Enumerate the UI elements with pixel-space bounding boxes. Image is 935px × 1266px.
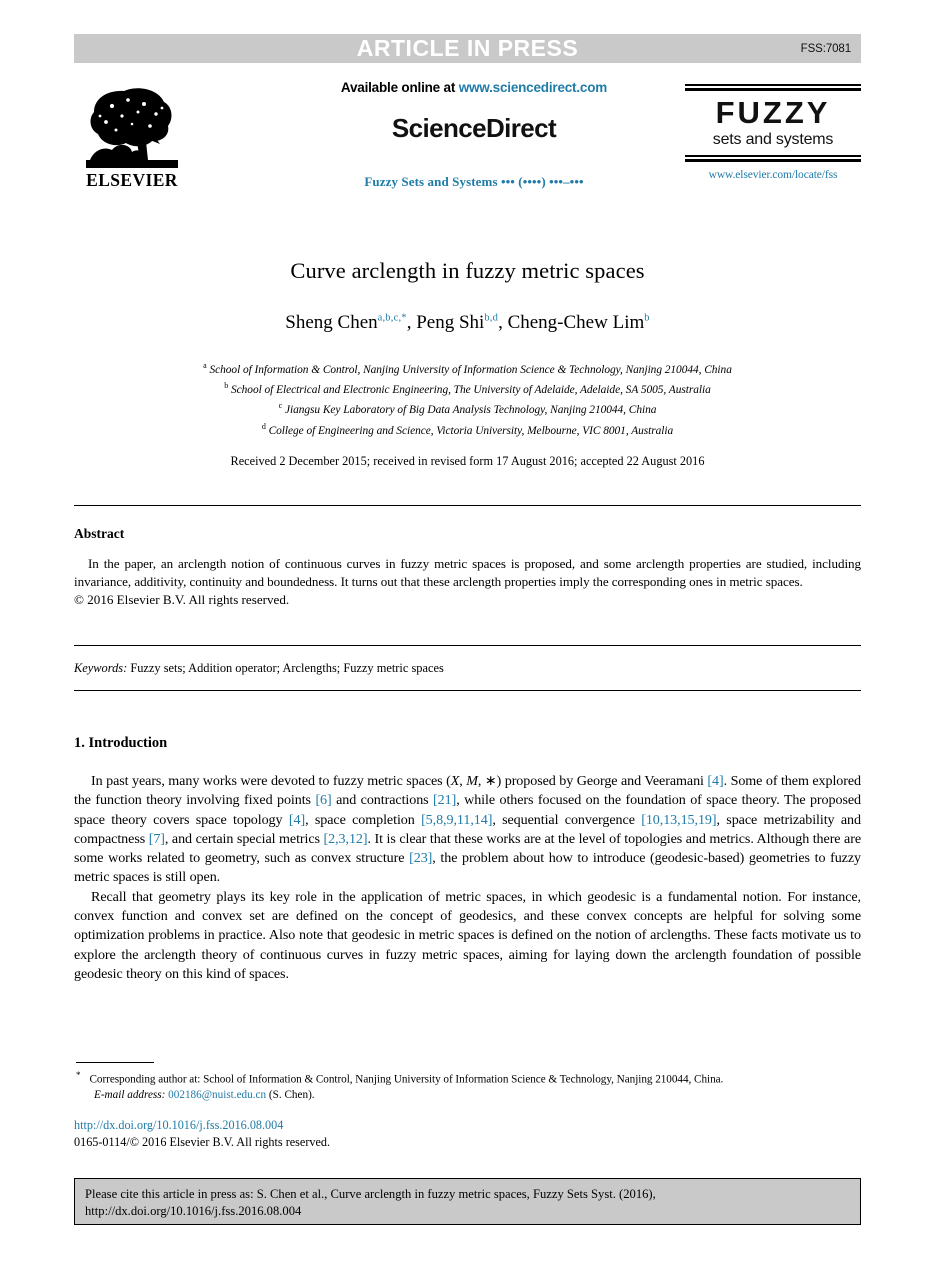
citation-ref[interactable]: [21] [433, 792, 456, 808]
keywords-section: Keywords: Fuzzy sets; Addition operator;… [74, 661, 861, 676]
citation-ref[interactable]: [10,13,15,19] [641, 812, 716, 828]
email-label: E-mail address: [94, 1088, 166, 1101]
author-separator: , [406, 312, 417, 333]
article-history: Received 2 December 2015; received in re… [230, 453, 705, 468]
journal-url-link[interactable]: www.elsevier.com/locate/fss [685, 169, 861, 181]
journal-logo-title: FUZZY [715, 95, 831, 130]
para-text: and contractions [331, 792, 434, 809]
introduction-paragraph-1: In past years, many works were devoted t… [74, 772, 861, 888]
introduction-body: In past years, many works were devoted t… [74, 772, 861, 984]
citation-ref[interactable]: [4] [707, 773, 723, 789]
affiliation-text: College of Engineering and Science, Vict… [268, 424, 674, 437]
citation-ref[interactable]: [2,3,12] [324, 831, 368, 847]
title-block: Curve arclength in fuzzy metric spaces S… [74, 258, 861, 469]
para-text: , space completion [305, 811, 422, 828]
abstract-heading: Abstract [74, 526, 125, 541]
affiliation-text: School of Electrical and Electronic Engi… [231, 384, 711, 396]
author-entry: Cheng-Chew Limb [508, 312, 650, 333]
author-name: Sheng Chen [285, 312, 378, 333]
journal-logo-top-rule [685, 84, 861, 91]
email-note: E-mail address: 002186@nuist.edu.cn (S. … [76, 1088, 863, 1103]
author-entry: Sheng Chena,b,c,*, [285, 312, 416, 333]
affiliation-text: School of Information & Control, Nanjing… [209, 363, 732, 376]
math-variable-m: M [466, 773, 478, 789]
author-affiliation-marks: a,b,c, [377, 312, 402, 324]
article-in-press-banner: ARTICLE IN PRESS FSS:7081 [74, 34, 861, 63]
citation-ref[interactable]: [23] [409, 850, 432, 866]
elsevier-tree-icon: ELSEVIER [86, 88, 178, 190]
para-text: , [477, 773, 485, 789]
journal-logo: FUZZY sets and systems www.elsevier.com/… [685, 84, 861, 181]
affiliation-item: b School of Electrical and Electronic En… [74, 378, 861, 398]
doi-link[interactable]: http://dx.doi.org/10.1016/j.fss.2016.08.… [74, 1117, 330, 1134]
article-code-label: FSS:7081 [800, 42, 851, 55]
section-heading-introduction: 1. Introduction [74, 735, 168, 751]
abstract-text: In the paper, an arclength notion of con… [74, 556, 861, 589]
para-text: , sequential convergence [492, 811, 642, 828]
footnote-section: * Corresponding author at: School of Info… [76, 1068, 863, 1103]
corresponding-author-text: Corresponding author at: School of Infor… [89, 1073, 724, 1086]
keywords-values: Fuzzy sets; Addition operator; Arclength… [127, 661, 444, 675]
math-operator-star: ∗ [484, 773, 497, 789]
author-name: Cheng-Chew Lim [507, 312, 645, 333]
author-name: Peng Shi [416, 312, 485, 333]
affiliation-item: c Jiangsu Key Laboratory of Big Data Ana… [74, 398, 861, 418]
introduction-paragraph-2: Recall that geometry plays its key role … [74, 888, 861, 982]
abstract-top-rule [74, 505, 861, 506]
sciencedirect-wordmark: ScienceDirect [391, 113, 557, 143]
affiliation-item: d College of Engineering and Science, Vi… [74, 419, 861, 439]
para-text: ) proposed by George and Veeramani [496, 773, 708, 789]
para-text: , and certain special metrics [164, 830, 324, 847]
affiliation-marker: c [278, 401, 283, 411]
elsevier-wordmark: ELSEVIER [86, 170, 178, 190]
footnote-star-marker: * [76, 1070, 81, 1080]
affiliation-marker: a [203, 361, 207, 370]
email-link[interactable]: 002186@nuist.edu.cn [168, 1089, 266, 1101]
journal-reference-line: Fuzzy Sets and Systems ••• (••••) •••–••… [364, 174, 584, 189]
author-list: Sheng Chena,b,c,*, Peng Shib,d, Cheng-Ch… [74, 312, 861, 334]
keywords-line: Keywords: Fuzzy sets; Addition operator;… [74, 661, 861, 676]
sciencedirect-block: Available online at www.sciencedirect.co… [214, 80, 734, 190]
affiliation-marker: d [261, 421, 266, 431]
cite-this-article-box: Please cite this article in press as: S.… [74, 1178, 861, 1225]
paper-page: ARTICLE IN PRESS FSS:7081 ELSEVIER Avail… [0, 0, 935, 1266]
journal-logo-bottom-rule [685, 154, 861, 162]
abstract-bottom-rule [74, 645, 861, 646]
affiliation-text: Jiangsu Key Laboratory of Big Data Analy… [284, 404, 657, 417]
author-affiliation-marks: b,d [484, 312, 499, 324]
corresponding-author-note: * Corresponding author at: School of Info… [76, 1068, 863, 1088]
author-separator: , [498, 312, 508, 333]
journal-masthead: ELSEVIER Available online at www.science… [74, 76, 861, 206]
math-variable-x: X [450, 773, 460, 789]
article-in-press-label: ARTICLE IN PRESS [356, 35, 579, 61]
elsevier-logo: ELSEVIER [76, 78, 188, 190]
available-online-line: Available online at www.sciencedirect.co… [214, 80, 734, 95]
journal-logo-subtitle: sets and systems [712, 130, 834, 148]
affiliation-marker: b [224, 381, 229, 391]
sciencedirect-url-link[interactable]: www.sciencedirect.com [459, 80, 608, 95]
para-text: In past years, many works were devoted t… [91, 773, 451, 789]
issn-copyright-line: 0165-0114/© 2016 Elsevier B.V. All right… [74, 1134, 331, 1149]
affiliation-item: a School of Information & Control, Nanji… [74, 358, 861, 378]
affiliation-list: a School of Information & Control, Nanji… [74, 358, 861, 439]
available-online-prefix: Available online at [340, 80, 459, 95]
author-entry: Peng Shib,d, [416, 312, 507, 333]
footnote-separator-rule [76, 1062, 154, 1063]
page-title: Curve arclength in fuzzy metric spaces [290, 258, 645, 283]
abstract-section: Abstract In the paper, an arclength noti… [74, 526, 861, 609]
author-affiliation-marks: b [644, 312, 650, 324]
cite-line-1: Please cite this article in press as: S.… [85, 1187, 656, 1201]
abstract-copyright: © 2016 Elsevier B.V. All rights reserved… [74, 592, 290, 608]
citation-ref[interactable]: [4] [289, 812, 305, 828]
publication-info: http://dx.doi.org/10.1016/j.fss.2016.08.… [74, 1117, 330, 1150]
email-owner: (S. Chen). [266, 1088, 315, 1101]
citation-ref[interactable]: [7] [149, 831, 165, 847]
citation-ref[interactable]: [5,8,9,11,14] [421, 812, 492, 828]
citation-ref[interactable]: [6] [315, 792, 331, 808]
keywords-bottom-rule [74, 690, 861, 691]
keywords-label: Keywords: [74, 661, 128, 675]
cite-line-2[interactable]: http://dx.doi.org/10.1016/j.fss.2016.08.… [85, 1203, 850, 1220]
